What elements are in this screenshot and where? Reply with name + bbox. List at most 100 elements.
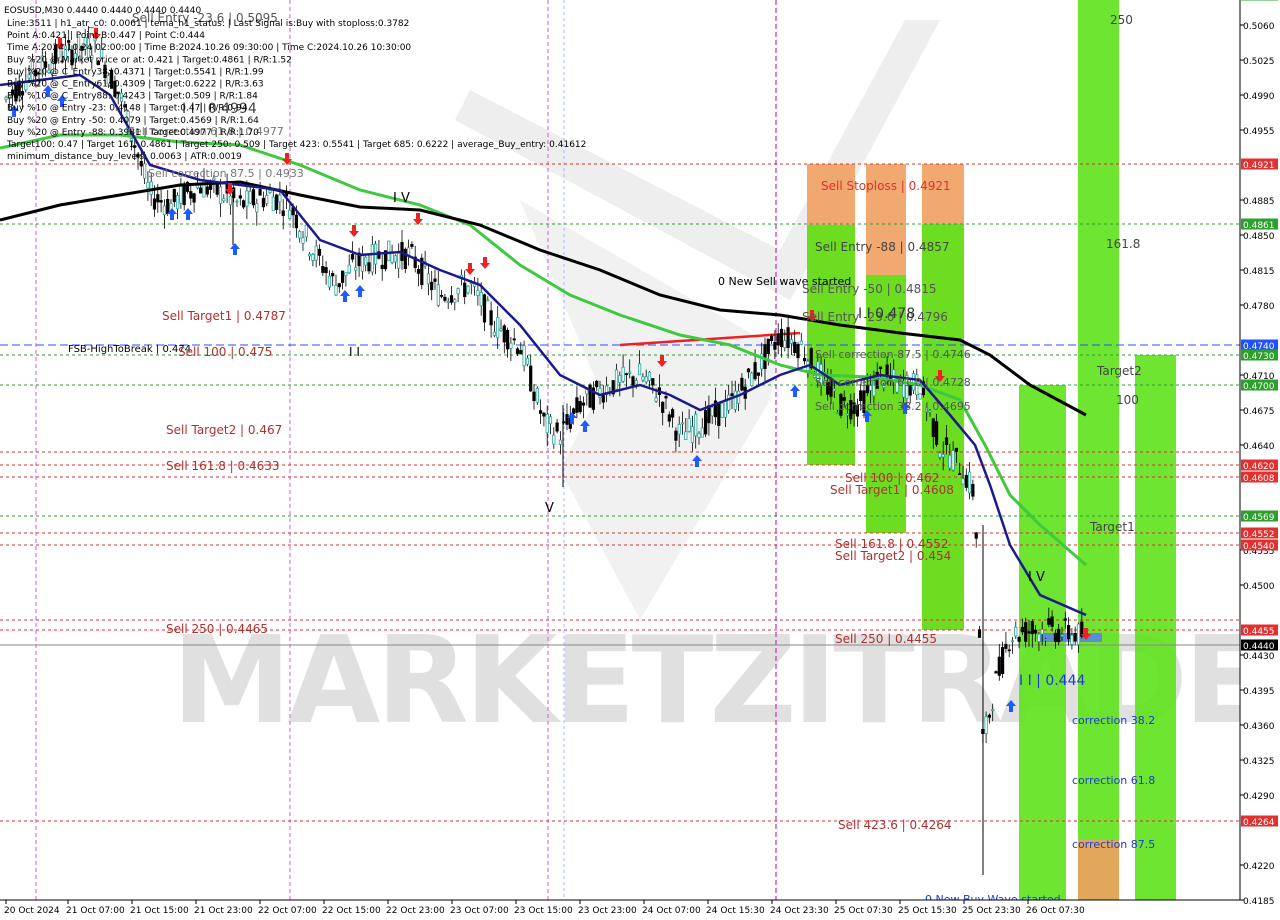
candle-body xyxy=(664,396,668,399)
candle-body xyxy=(525,357,530,365)
candle-body xyxy=(354,267,358,271)
candle-body xyxy=(789,339,794,344)
candle-body xyxy=(796,344,800,359)
x-tick-label: 21 Oct 23:00 xyxy=(194,906,253,916)
candle-body xyxy=(436,284,440,306)
candle-body xyxy=(265,195,269,204)
candle-body xyxy=(479,292,483,307)
candle-body xyxy=(1053,632,1057,642)
x-tick-label: 26 Oct 07:30 xyxy=(1026,906,1085,916)
candle-body xyxy=(364,256,368,266)
candle-body xyxy=(971,483,975,497)
candle-body xyxy=(443,296,447,301)
x-tick-label: 24 Oct 07:00 xyxy=(642,906,701,916)
candle-body xyxy=(786,327,790,348)
chart-annotation: Sell correction 38.2 | 0.4695 xyxy=(815,400,971,413)
candle-body xyxy=(964,474,968,488)
candle-body xyxy=(641,376,645,381)
candle-body xyxy=(1063,618,1067,621)
candle-body xyxy=(710,406,714,417)
candle-body xyxy=(948,454,952,469)
candle-body xyxy=(694,413,698,437)
info-line: Target100: 0.47 | Target 161: 0.4861 | T… xyxy=(6,140,586,150)
info-line: Buy %20 @ Entry -50: 0.4079 | Target:0.4… xyxy=(7,116,259,126)
chart-annotation: Sell correction 87.5 | 0.4746 xyxy=(815,348,971,361)
candle-body xyxy=(515,348,520,354)
candle-body xyxy=(621,366,625,382)
candle-body xyxy=(142,163,147,179)
chart-annotation: I V xyxy=(1028,570,1045,585)
price-tag-label: 0.4921 xyxy=(1243,161,1275,171)
chart-annotation: Sell 250 | 0.4465 xyxy=(166,622,268,636)
candle-body xyxy=(466,285,470,294)
candle-body xyxy=(1030,621,1034,635)
candle-body xyxy=(740,377,744,391)
chart-annotation: Sell Entry -88 | 0.4857 xyxy=(815,240,949,254)
candle-body xyxy=(274,194,279,210)
candle-body xyxy=(991,709,995,712)
candle-body xyxy=(344,272,348,277)
y-tick-label: 0.4395 xyxy=(1243,687,1275,697)
candle-body xyxy=(954,447,959,452)
candle-body xyxy=(661,401,665,413)
candle-body xyxy=(519,350,523,355)
candle-body xyxy=(595,380,599,388)
candle-body xyxy=(311,254,315,261)
candle-body xyxy=(430,281,434,291)
candle-body xyxy=(1004,643,1008,649)
candle-body xyxy=(476,290,480,296)
candle-body xyxy=(539,410,543,414)
chart-annotation: 161.8 xyxy=(1106,237,1140,251)
candle-body xyxy=(690,426,695,444)
candle-body xyxy=(439,294,444,297)
candle-body xyxy=(331,273,335,277)
candle-body xyxy=(397,252,401,269)
candle-body xyxy=(1073,632,1077,642)
candle-body xyxy=(1067,625,1071,640)
candle-body xyxy=(380,264,384,270)
x-tick-label: 23 Oct 15:00 xyxy=(514,906,573,916)
candle-body xyxy=(793,341,797,354)
candle-body xyxy=(492,331,497,336)
y-tick-label: 0.4640 xyxy=(1243,442,1275,452)
info-line: Time A:2024.10.24 02:00:00 | Time B:2024… xyxy=(6,43,411,53)
candle-body xyxy=(753,362,757,380)
candle-body xyxy=(393,255,398,263)
candle-body xyxy=(977,629,982,638)
candle-body xyxy=(139,161,143,167)
x-tick-label: 23 Oct 07:00 xyxy=(450,906,509,916)
candle-body xyxy=(152,198,157,210)
candle-body xyxy=(175,195,180,210)
candle-body xyxy=(222,198,226,202)
candle-body xyxy=(1020,626,1025,633)
candle-body xyxy=(918,393,922,400)
candle-body xyxy=(502,325,506,343)
y-tick-label: 0.5025 xyxy=(1243,57,1275,67)
candle-body xyxy=(281,210,285,216)
candle-body xyxy=(704,410,708,435)
candle-body xyxy=(327,275,332,288)
candle-body xyxy=(776,333,780,346)
info-line: Point A:0.421 | Point B:0.447 | Point C:… xyxy=(7,31,205,41)
candle-body xyxy=(1043,639,1048,641)
price-tag-label: 0.5090 xyxy=(1243,0,1275,2)
candle-body xyxy=(489,310,493,326)
candle-body xyxy=(1047,618,1051,625)
candle-body xyxy=(974,532,978,539)
chart-annotation: Sell correction 61.8 | 0.4728 xyxy=(815,376,971,389)
candle-body xyxy=(958,473,962,476)
candle-body xyxy=(235,200,239,203)
candle-body xyxy=(347,264,351,274)
chart-annotation: Sell 100 | 0.475 xyxy=(178,345,272,359)
chart-annotation: Target2 xyxy=(1096,364,1142,378)
price-tag-label: 0.4608 xyxy=(1243,474,1275,484)
candle-body xyxy=(446,301,450,303)
candle-body xyxy=(162,205,166,216)
candle-body xyxy=(1017,637,1021,642)
candle-body xyxy=(727,394,731,411)
candle-body xyxy=(1070,634,1074,645)
x-axis-panel xyxy=(0,900,1280,920)
candle-body xyxy=(298,231,302,239)
candle-body xyxy=(410,244,414,247)
candle-body xyxy=(532,391,536,401)
